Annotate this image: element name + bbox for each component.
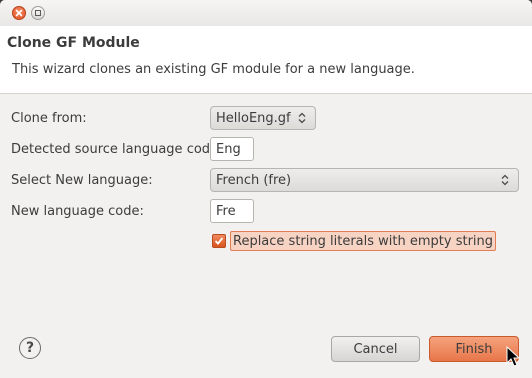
new-language-select[interactable]: French (fre) <box>210 168 519 192</box>
updown-arrows-icon <box>298 112 306 124</box>
wizard-header: Clone GF Module This wizard clones an ex… <box>0 26 532 94</box>
new-language-label: Select New language: <box>11 173 153 188</box>
cancel-button[interactable]: Cancel <box>331 336 420 362</box>
page-title: Clone GF Module <box>7 35 140 51</box>
maximize-icon[interactable] <box>31 6 45 20</box>
help-icon[interactable]: ? <box>19 337 41 359</box>
updown-arrows-icon <box>501 174 509 186</box>
page-description: This wizard clones an existing GF module… <box>12 62 415 77</box>
replace-checkbox-label[interactable]: Replace string literals with empty strin… <box>230 231 497 251</box>
clone-from-select[interactable]: HelloEng.gf <box>210 106 316 130</box>
new-code-field[interactable] <box>210 199 254 223</box>
clone-from-value: HelloEng.gf <box>216 110 291 126</box>
new-language-value: French (fre) <box>216 172 292 188</box>
new-code-label: New language code: <box>11 204 144 219</box>
source-code-label: Detected source language code: <box>11 142 223 157</box>
clone-from-label: Clone from: <box>11 111 87 126</box>
mouse-cursor-icon <box>506 346 520 367</box>
title-bar <box>0 0 532 26</box>
replace-checkbox[interactable] <box>212 234 226 248</box>
source-code-field[interactable] <box>210 137 254 161</box>
dialog-window: Clone GF Module This wizard clones an ex… <box>0 0 532 378</box>
close-icon[interactable] <box>12 6 26 20</box>
checkmark-icon <box>214 237 224 245</box>
